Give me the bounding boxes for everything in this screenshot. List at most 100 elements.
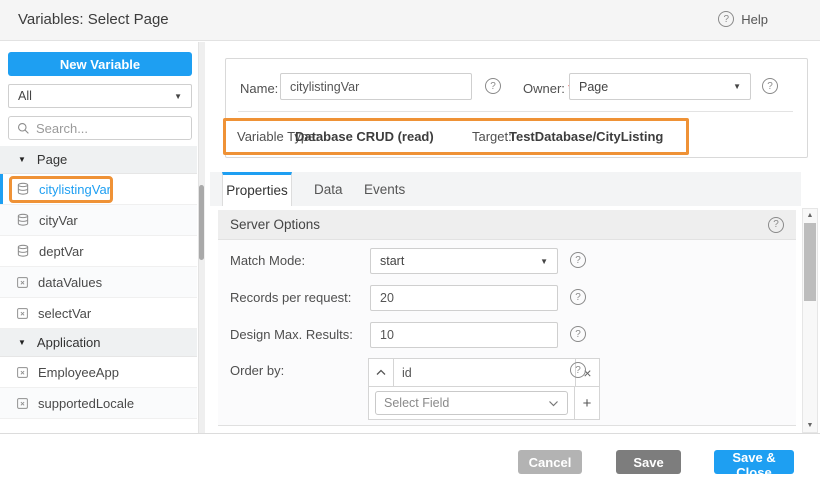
order-by-row: Order by: id × Se (218, 358, 796, 420)
scroll-down-icon[interactable]: ▼ (803, 422, 817, 429)
tab-events[interactable]: Events (346, 172, 423, 206)
sidebar-item-selectVar[interactable]: selectVar (0, 298, 197, 329)
collapse-icon: ▼ (18, 338, 26, 347)
search-icon (17, 122, 30, 135)
match-mode-select[interactable]: start ▼ (370, 248, 558, 274)
server-options-header: Server Options ? (218, 210, 796, 240)
variables-tree: ▼ Page citylistingVar city (0, 146, 197, 419)
help-label: Help (741, 12, 768, 27)
match-mode-row: Match Mode: start ▼ ? (218, 248, 796, 274)
variable-summary-card: Name:* ? Owner:* Page ▼ ? Variable Type:… (225, 58, 808, 158)
target-label: Target: (472, 129, 512, 144)
caret-down-icon: ▼ (733, 82, 741, 91)
variable-filter-value: All (18, 89, 32, 103)
cancel-button[interactable]: Cancel (518, 450, 582, 474)
help-link[interactable]: ? Help (718, 11, 768, 27)
sidebar-scrollbar[interactable] (198, 42, 205, 433)
sidebar-item-label: supportedLocale (38, 396, 134, 411)
tree-section-label: Application (37, 335, 101, 350)
order-by-entry: id × (369, 359, 599, 387)
variable-detail-panel: Name:* ? Owner:* Page ▼ ? Variable Type:… (206, 42, 820, 433)
sidebar-item-label: selectVar (38, 306, 91, 321)
sidebar-item-deptVar[interactable]: deptVar (0, 236, 197, 267)
records-per-request-label: Records per request: (230, 290, 351, 305)
sidebar-item-EmployeeApp[interactable]: EmployeeApp (0, 357, 197, 388)
target-value: TestDatabase/CityListing (509, 129, 663, 144)
caret-down-icon: ▼ (174, 92, 182, 101)
order-by-select-wrap: Select Field (369, 387, 575, 419)
help-icon[interactable]: ? (570, 326, 586, 342)
add-order-field-button[interactable]: + (575, 387, 599, 419)
tree-section-label: Page (37, 152, 67, 167)
server-options-panel: Server Options ? Match Mode: start ▼ ? R… (218, 210, 796, 426)
match-mode-value: start (380, 254, 404, 268)
tree-section-application[interactable]: ▼ Application (0, 329, 197, 357)
variable-filter-select[interactable]: All ▼ (8, 84, 192, 108)
order-by-group: id × Select Field + (368, 358, 600, 420)
match-mode-label: Match Mode: (230, 253, 305, 268)
sidebar-item-label: dataValues (38, 275, 102, 290)
model-variable-icon (16, 397, 29, 410)
owner-label: Owner:* (523, 81, 573, 96)
selected-indicator (0, 174, 3, 204)
sidebar-item-label: EmployeeApp (38, 365, 119, 380)
order-by-select-placeholder: Select Field (384, 396, 449, 410)
sidebar-item-label: cityVar (39, 213, 78, 228)
order-by-field-select[interactable]: Select Field (375, 391, 568, 415)
dialog-footer: Cancel Save Save & Close (0, 433, 820, 486)
model-variable-icon (16, 307, 29, 320)
design-max-results-row: Design Max. Results: ? (218, 322, 796, 348)
save-button[interactable]: Save (616, 450, 681, 474)
variables-sidebar: New Variable All ▼ ▼ Page (0, 42, 205, 433)
model-variable-icon (16, 276, 29, 289)
page-title: Variables: Select Page (18, 11, 169, 28)
database-variable-icon (16, 213, 30, 227)
help-icon: ? (718, 11, 734, 27)
sort-direction-button[interactable] (369, 359, 394, 386)
panel-scroll-thumb[interactable] (804, 223, 816, 301)
design-max-results-input[interactable] (370, 322, 558, 348)
chevron-down-icon (548, 400, 559, 407)
database-variable-icon (16, 182, 30, 196)
sidebar-item-label: citylistingVar (39, 182, 111, 197)
help-icon[interactable]: ? (570, 289, 586, 305)
new-variable-button[interactable]: New Variable (8, 52, 192, 76)
help-icon[interactable]: ? (762, 78, 778, 94)
sidebar-item-label: deptVar (39, 244, 84, 259)
save-and-close-button[interactable]: Save & Close (714, 450, 794, 474)
owner-select-value: Page (579, 80, 608, 94)
variables-dialog: Variables: Select Page ? Help New Variab… (0, 0, 820, 486)
tab-properties[interactable]: Properties (222, 172, 292, 206)
name-input[interactable] (280, 73, 472, 100)
sidebar-item-cityVar[interactable]: cityVar (0, 205, 197, 236)
panel-scrollbar[interactable]: ▲ ▼ (802, 208, 818, 433)
sidebar-item-dataValues[interactable]: dataValues (0, 267, 197, 298)
scroll-up-icon[interactable]: ▲ (803, 212, 817, 219)
design-max-results-label: Design Max. Results: (230, 327, 353, 342)
sidebar-item-supportedLocale[interactable]: supportedLocale (0, 388, 197, 419)
variable-type-value: Database CRUD (read) (295, 129, 434, 144)
sidebar-item-citylistingVar[interactable]: citylistingVar (0, 174, 197, 205)
chevron-up-icon (376, 369, 386, 376)
card-divider (238, 111, 793, 112)
order-by-field-value: id (394, 359, 575, 386)
search-box (8, 116, 192, 140)
help-icon[interactable]: ? (570, 362, 586, 378)
help-icon[interactable]: ? (485, 78, 501, 94)
help-icon[interactable]: ? (768, 217, 784, 233)
search-input[interactable] (36, 121, 183, 136)
order-by-label: Order by: (230, 363, 284, 378)
caret-down-icon: ▼ (540, 257, 548, 266)
server-options-title: Server Options (230, 217, 320, 232)
tree-section-page[interactable]: ▼ Page (0, 146, 197, 174)
tab-bar: Properties Data Events (210, 172, 801, 206)
records-per-request-row: Records per request: ? (218, 285, 796, 311)
order-by-add-row: Select Field + (369, 387, 599, 419)
model-variable-icon (16, 366, 29, 379)
dialog-header: Variables: Select Page ? Help (0, 0, 820, 41)
help-icon[interactable]: ? (570, 252, 586, 268)
collapse-icon: ▼ (18, 155, 26, 164)
owner-select[interactable]: Page ▼ (569, 73, 751, 100)
records-per-request-input[interactable] (370, 285, 558, 311)
sidebar-scroll-thumb[interactable] (199, 185, 204, 260)
